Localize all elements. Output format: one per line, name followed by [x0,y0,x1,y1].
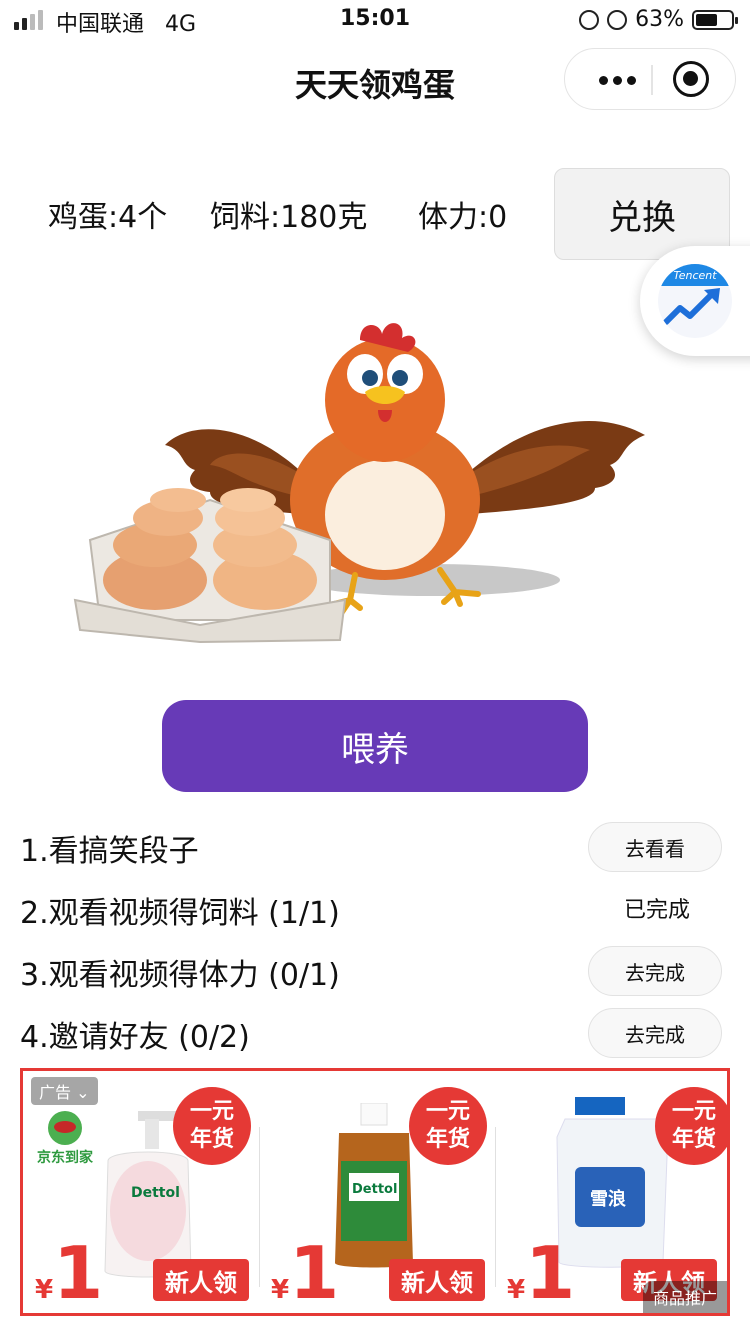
task-label: 4.邀请好友 (0/2) [20,1020,250,1055]
svg-text:雪浪: 雪浪 [590,1188,626,1210]
feed-amount: 饲料:180克 [210,200,368,235]
rotation-lock-icon [579,9,600,30]
task-status: 已完成 [623,898,690,923]
tencent-logo: Tencent [658,264,732,338]
status-right: 63% [579,7,738,32]
ad-item[interactable]: Dettol 一元 年货 ¥1 新人领 [23,1071,257,1313]
task-row: 1.看搞笑段子 去看看 [20,822,730,874]
new-user-cta[interactable]: 新人领 [153,1259,249,1301]
promo-badge: 一元 年货 [173,1087,251,1165]
ad-price: ¥1 [35,1231,104,1315]
task-label: 1.看搞笑段子 [20,834,199,869]
target-close-icon[interactable] [673,61,709,97]
task-action-button[interactable]: 去看看 [588,822,722,872]
ad-banner[interactable]: 广告 ⌄ 京东到家 Dettol 一元 年货 ¥1 新人领 Dettol 一元 年货 [20,1068,730,1316]
jd-mascot-icon [48,1111,82,1145]
task-label: 3.观看视频得体力 (0/1) [20,958,340,993]
egg-count: 鸡蛋:4个 [48,200,168,235]
ad-price: ¥1 [271,1231,340,1315]
svg-text:Dettol: Dettol [352,1182,397,1197]
hen-illustration [73,323,645,644]
task-action-button[interactable]: 去完成 [588,946,722,996]
promo-badge: 一元 年货 [655,1087,727,1165]
alarm-icon [607,9,628,30]
ad-item[interactable]: 雪浪 一元 年货 ¥1 新人领 [495,1071,727,1315]
new-user-cta[interactable]: 新人领 [389,1259,485,1301]
tencent-brand: Tencent [673,269,717,282]
battery-icon [692,9,738,30]
trend-up-icon [663,293,713,325]
ad-price: ¥1 [507,1231,576,1315]
more-dots-icon[interactable] [587,49,647,111]
task-label: 2.观看视频得饲料 (1/1) [20,896,340,931]
feed-button[interactable]: 喂养 [162,700,588,792]
capsule-divider [651,65,653,95]
ad-brand: 京东到家 [37,1150,93,1166]
jd-daojia-logo: 京东到家 [29,1111,101,1167]
status-bar: 中国联通 4G 15:01 63% [0,0,750,42]
task-action-button[interactable]: 去完成 [588,1008,722,1058]
ad-tag[interactable]: 广告 ⌄ [31,1077,98,1105]
task-row: 2.观看视频得饲料 (1/1) 已完成 [20,884,730,936]
svg-text:Dettol: Dettol [131,1185,180,1201]
ad-item[interactable]: Dettol 一元 年货 ¥1 新人领 [259,1071,493,1313]
task-row: 4.邀请好友 (0/2) 去完成 [20,1008,730,1060]
battery-percent: 63% [635,7,684,32]
promo-badge: 一元 年货 [409,1087,487,1165]
promotion-label: 商品推广 [642,1281,727,1313]
task-row: 3.观看视频得体力 (0/1) 去完成 [20,946,730,998]
stamina-value: 体力:0 [418,200,508,235]
mini-program-capsule [564,48,736,110]
